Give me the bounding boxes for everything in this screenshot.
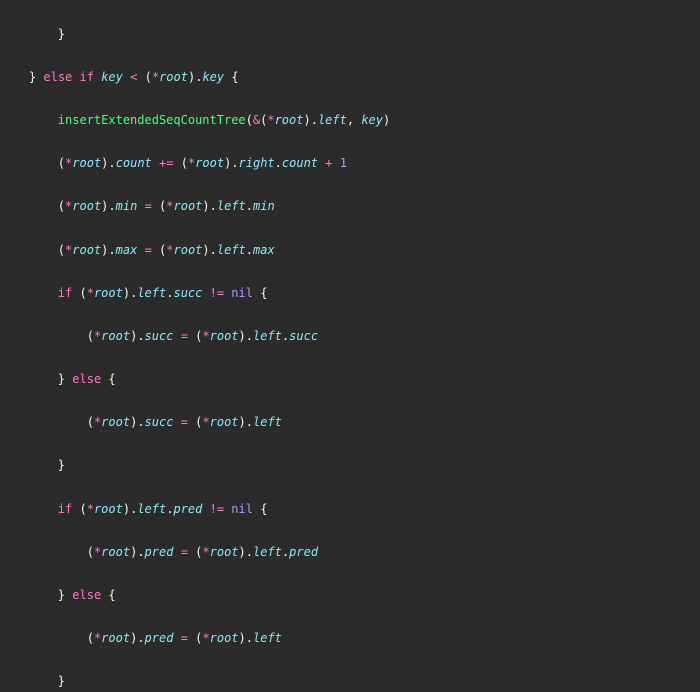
func-call: insertExtendedSeqCountTree	[58, 113, 246, 127]
code-line: (*root).succ = (*root).left	[0, 412, 700, 434]
code-line: (*root).succ = (*root).left.succ	[0, 326, 700, 348]
indent	[0, 27, 58, 41]
ident: key	[101, 70, 123, 84]
code-line: (*root).pred = (*root).left	[0, 628, 700, 650]
code-line: insertExtendedSeqCountTree(&(*root).left…	[0, 110, 700, 132]
code-line: }	[0, 24, 700, 46]
code-line: } else if key < (*root).key {	[0, 67, 700, 89]
code-line: (*root).pred = (*root).left.pred	[0, 542, 700, 564]
number: 1	[340, 156, 347, 170]
indent	[0, 70, 29, 84]
code-line: }	[0, 671, 700, 692]
code-line: }	[0, 455, 700, 477]
code-block: } } else if key < (*root).key { insertEx…	[0, 0, 700, 692]
code-line: (*root).min = (*root).left.min	[0, 196, 700, 218]
brace: }	[58, 27, 65, 41]
code-line: } else {	[0, 369, 700, 391]
keyword-else: else	[43, 70, 72, 84]
const-nil: nil	[231, 286, 253, 300]
code-line: (*root).count += (*root).right.count + 1	[0, 153, 700, 175]
code-line: } else {	[0, 585, 700, 607]
keyword-if: if	[80, 70, 94, 84]
code-line: if (*root).left.pred != nil {	[0, 499, 700, 521]
code-line: if (*root).left.succ != nil {	[0, 283, 700, 305]
code-line: (*root).max = (*root).left.max	[0, 240, 700, 262]
